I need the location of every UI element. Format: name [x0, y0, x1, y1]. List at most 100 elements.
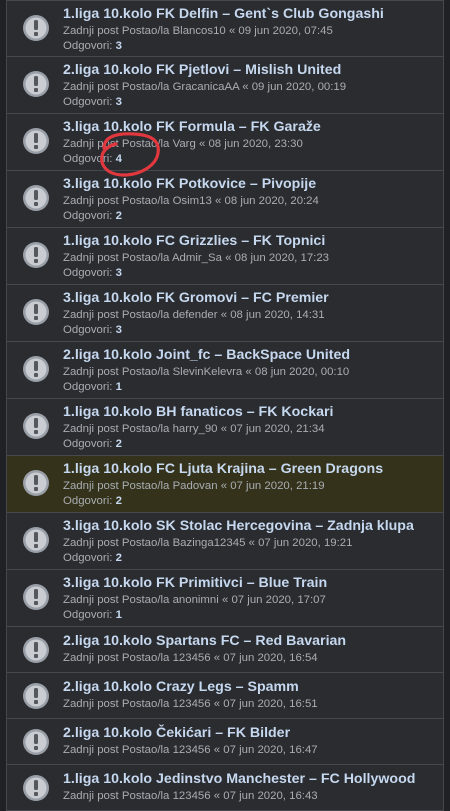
last-post-label: Zadnji post Postao/la: [63, 309, 170, 321]
last-post-label: Zadnji post Postao/la: [63, 698, 170, 710]
topic-title[interactable]: 3.liga 10.kolo FK Potkovice – Pivopije: [63, 175, 437, 194]
replies-label: Odgovori:: [63, 40, 113, 52]
replies-count: 3: [115, 324, 122, 336]
topic-read-icon: [23, 185, 49, 211]
topic-read-icon: [23, 637, 49, 663]
topic-read-icon: [23, 729, 49, 755]
topic-row[interactable]: 3.liga 10.kolo FK Potkovice – Pivopije Z…: [6, 171, 444, 228]
topic-row[interactable]: 2.liga 10.kolo FK Pjetlovi – Mislish Uni…: [6, 57, 444, 114]
last-post-label: Zadnji post Postao/la: [63, 594, 170, 606]
topic-last-post: Zadnji post Postao/la Bazinga12345 « 07 …: [63, 536, 437, 551]
replies-count: 1: [115, 381, 122, 393]
topic-read-icon: [23, 527, 49, 553]
last-post-user[interactable]: Varg: [173, 138, 196, 150]
last-post-label: Zadnji post Postao/la: [63, 81, 170, 93]
topic-row[interactable]: 2.liga 10.kolo Joint_fc – BackSpace Unit…: [6, 342, 444, 399]
topic-title[interactable]: 3.liga 10.kolo SK Stolac Hercegovina – Z…: [63, 517, 437, 536]
last-post-date: « 09 jun 2020, 07:45: [228, 25, 333, 37]
topic-read-icon: [23, 775, 49, 801]
last-post-date: « 07 jun 2020, 21:19: [220, 480, 325, 492]
last-post-label: Zadnji post Postao/la: [63, 138, 170, 150]
topic-title[interactable]: 2.liga 10.kolo Čekićari – FK Bilder: [63, 724, 437, 743]
topic-title[interactable]: 3.liga 10.kolo FK Primitivci – Blue Trai…: [63, 574, 437, 593]
topic-read-icon: [23, 71, 49, 97]
topic-row[interactable]: 2.liga 10.kolo Crazy Legs – Spamm Zadnji…: [6, 673, 444, 719]
topic-title[interactable]: 3.liga 10.kolo FK Gromovi – FC Premier: [63, 289, 437, 308]
last-post-user[interactable]: 123456: [173, 698, 211, 710]
last-post-date: « 08 jun 2020, 20:24: [214, 195, 319, 207]
last-post-label: Zadnji post Postao/la: [63, 423, 170, 435]
last-post-user[interactable]: GracanicaAA: [173, 81, 239, 93]
last-post-user[interactable]: 123456: [173, 744, 211, 756]
topic-row[interactable]: 1.liga 10.kolo Jedinstvo Manchester – FC…: [6, 765, 444, 811]
topic-last-post: Zadnji post Postao/la 123456 « 07 jun 20…: [63, 697, 437, 712]
last-post-label: Zadnji post Postao/la: [63, 366, 170, 378]
replies-count: 2: [115, 438, 122, 450]
last-post-user[interactable]: 123456: [173, 652, 211, 664]
topic-read-icon: [23, 242, 49, 268]
last-post-user[interactable]: Osim13: [173, 195, 212, 207]
topic-title[interactable]: 2.liga 10.kolo Crazy Legs – Spamm: [63, 678, 437, 697]
topic-row[interactable]: 1.liga 10.kolo FC Grizzlies – FK Topnici…: [6, 228, 444, 285]
topic-title[interactable]: 2.liga 10.kolo Spartans FC – Red Bavaria…: [63, 632, 437, 651]
last-post-date: « 08 jun 2020, 00:10: [245, 366, 350, 378]
replies-label: Odgovori:: [63, 153, 113, 165]
topic-row[interactable]: 1.liga 10.kolo FK Delfin – Gent`s Club G…: [6, 0, 444, 57]
topic-title[interactable]: 1.liga 10.kolo FC Grizzlies – FK Topnici: [63, 232, 437, 251]
topic-replies: Odgovori: 3: [63, 39, 437, 54]
last-post-date: « 07 jun 2020, 17:07: [221, 594, 326, 606]
last-post-user[interactable]: Admir_Sa: [172, 252, 222, 264]
replies-label: Odgovori:: [63, 495, 113, 507]
topic-last-post: Zadnji post Postao/la 123456 « 07 jun 20…: [63, 743, 437, 758]
last-post-user[interactable]: Bazinga12345: [173, 537, 246, 549]
last-post-user[interactable]: 123456: [173, 790, 211, 802]
topic-text: 3.liga 10.kolo SK Stolac Hercegovina – Z…: [63, 517, 437, 566]
last-post-user[interactable]: Blancos10: [173, 25, 226, 37]
topic-row[interactable]: 3.liga 10.kolo FK Primitivci – Blue Trai…: [6, 570, 444, 627]
last-post-label: Zadnji post Postao/la: [63, 25, 170, 37]
topic-title[interactable]: 1.liga 10.kolo FC Ljuta Krajina – Green …: [63, 460, 437, 479]
topic-row[interactable]: 2.liga 10.kolo Čekićari – FK Bilder Zadn…: [6, 719, 444, 765]
topic-row-highlighted[interactable]: 1.liga 10.kolo FC Ljuta Krajina – Green …: [6, 456, 444, 513]
topic-title[interactable]: 1.liga 10.kolo FK Delfin – Gent`s Club G…: [63, 5, 437, 24]
replies-label: Odgovori:: [63, 324, 113, 336]
last-post-date: « 07 jun 2020, 19:21: [248, 537, 353, 549]
topic-last-post: Zadnji post Postao/la Blancos10 « 09 jun…: [63, 24, 437, 39]
topic-row[interactable]: 2.liga 10.kolo Spartans FC – Red Bavaria…: [6, 627, 444, 673]
last-post-user[interactable]: Padovan: [173, 480, 218, 492]
last-post-user[interactable]: defender: [173, 309, 218, 321]
last-post-user[interactable]: anonimni: [173, 594, 219, 606]
topic-row[interactable]: 3.liga 10.kolo FK Gromovi – FC Premier Z…: [6, 285, 444, 342]
last-post-date: « 07 jun 2020, 21:34: [220, 423, 325, 435]
topic-row[interactable]: 3.liga 10.kolo SK Stolac Hercegovina – Z…: [6, 513, 444, 570]
replies-count: 4: [115, 153, 122, 165]
topic-row[interactable]: 3.liga 10.kolo FK Formula – FK Garaže Za…: [6, 114, 444, 171]
topic-title[interactable]: 1.liga 10.kolo Jedinstvo Manchester – FC…: [63, 770, 437, 789]
topic-text: 2.liga 10.kolo Joint_fc – BackSpace Unit…: [63, 346, 437, 395]
replies-label: Odgovori:: [63, 552, 113, 564]
last-post-user[interactable]: harry_90: [173, 423, 218, 435]
last-post-date: « 07 jun 2020, 16:54: [213, 652, 318, 664]
topic-row[interactable]: 1.liga 10.kolo BH fanaticos – FK Kockari…: [6, 399, 444, 456]
topic-replies: Odgovori: 3: [63, 266, 437, 281]
topic-replies: Odgovori: 2: [63, 551, 437, 566]
topic-read-icon: [23, 470, 49, 496]
topic-read-icon: [23, 15, 49, 41]
topic-title[interactable]: 2.liga 10.kolo FK Pjetlovi – Mislish Uni…: [63, 61, 437, 80]
topic-last-post: Zadnji post Postao/la harry_90 « 07 jun …: [63, 422, 437, 437]
topic-text: 1.liga 10.kolo FC Ljuta Krajina – Green …: [63, 460, 437, 509]
topic-title[interactable]: 2.liga 10.kolo Joint_fc – BackSpace Unit…: [63, 346, 437, 365]
topic-replies: Odgovori: 2: [63, 209, 437, 224]
topic-read-icon: [23, 356, 49, 382]
topic-title[interactable]: 3.liga 10.kolo FK Formula – FK Garaže: [63, 118, 437, 137]
topic-text: 1.liga 10.kolo FK Delfin – Gent`s Club G…: [63, 5, 437, 54]
topic-list: 1.liga 10.kolo FK Delfin – Gent`s Club G…: [0, 0, 450, 811]
replies-label: Odgovori:: [63, 96, 113, 108]
last-post-date: « 08 jun 2020, 23:30: [198, 138, 303, 150]
last-post-user[interactable]: SlevinKelevra: [173, 366, 243, 378]
last-post-date: « 07 jun 2020, 16:47: [213, 744, 318, 756]
replies-count: 2: [115, 495, 122, 507]
topic-text: 3.liga 10.kolo FK Potkovice – Pivopije Z…: [63, 175, 437, 224]
topic-replies: Odgovori: 1: [63, 380, 437, 395]
topic-title[interactable]: 1.liga 10.kolo BH fanaticos – FK Kockari: [63, 403, 437, 422]
